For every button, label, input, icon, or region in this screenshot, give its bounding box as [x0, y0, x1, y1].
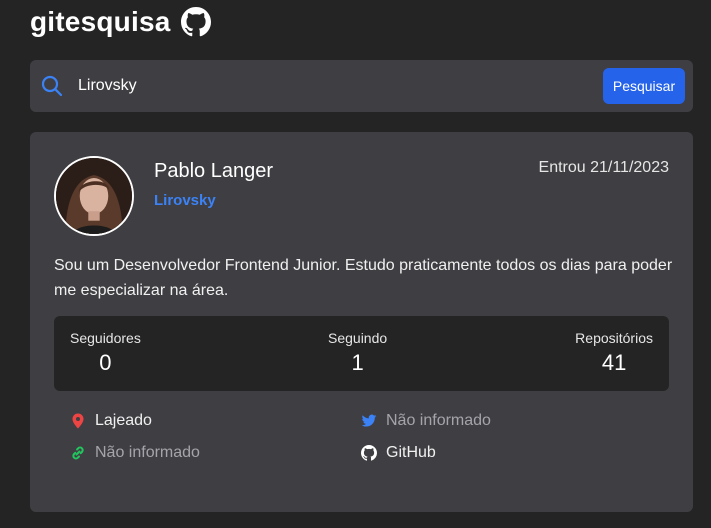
app-root: gitesquisa Pesquisar Pablo Langer: [0, 0, 711, 528]
stat-followers: Seguidores 0: [70, 330, 141, 376]
stat-label: Seguindo: [328, 330, 388, 346]
location-text: Lajeado: [95, 412, 152, 429]
stats-panel: Seguidores 0 Seguindo 1 Repositórios 41: [54, 316, 669, 391]
brand-title: gitesquisa: [30, 6, 171, 37]
stat-label: Repositórios: [575, 330, 653, 346]
profile-links: Lajeado Não informado Não informado GitH…: [68, 410, 668, 480]
github-icon: [361, 445, 377, 461]
location-item: Lajeado: [70, 412, 152, 430]
profile-bio: Sou um Desenvolvedor Frontend Junior. Es…: [54, 257, 673, 299]
stat-label: Seguidores: [70, 330, 141, 346]
stat-value: 41: [601, 350, 627, 375]
search-bar: Pesquisar: [30, 60, 693, 112]
link-icon: [70, 445, 86, 461]
search-button[interactable]: Pesquisar: [603, 68, 685, 104]
profile-card: Pablo Langer Lirovsky Entrou 21/11/2023 …: [30, 132, 693, 512]
twitter-icon: [361, 413, 377, 429]
github-link-text[interactable]: GitHub: [386, 444, 436, 462]
github-link-item[interactable]: GitHub: [361, 444, 436, 462]
github-icon: [181, 7, 212, 37]
blog-item: Não informado: [70, 444, 200, 462]
search-icon: [40, 74, 64, 98]
stat-value: 1: [351, 350, 364, 375]
twitter-item: Não informado: [361, 412, 491, 430]
profile-name: Pablo Langer: [154, 160, 273, 182]
profile-login-link[interactable]: Lirovsky: [154, 192, 216, 209]
joined-date: Entrou 21/11/2023: [538, 159, 669, 176]
blog-text: Não informado: [95, 444, 200, 461]
twitter-text: Não informado: [386, 412, 491, 429]
location-pin-icon: [70, 413, 86, 429]
stat-value: 0: [99, 350, 112, 375]
search-input[interactable]: [78, 66, 603, 106]
stat-repositories: Repositórios 41: [575, 330, 653, 376]
avatar: [54, 156, 134, 236]
stat-following: Seguindo 1: [328, 330, 387, 376]
header: gitesquisa: [30, 6, 212, 38]
